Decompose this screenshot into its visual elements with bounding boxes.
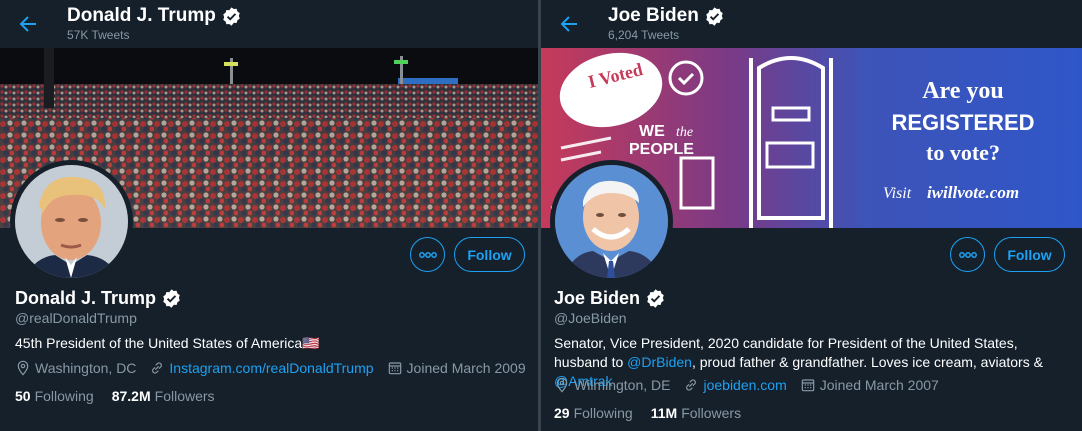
header-title: Joe Biden	[608, 5, 725, 27]
avatar[interactable]	[550, 160, 673, 283]
join-date: Joined March 2007	[800, 377, 939, 393]
follow-button[interactable]: Follow	[454, 237, 525, 272]
followers-number: 11M	[650, 405, 678, 421]
followers-number: 87.2M	[111, 388, 151, 404]
following-count[interactable]: 50 Following	[15, 388, 94, 404]
profile-panel-biden: Joe Biden 6,204 Tweets I Voted WE the PE…	[541, 0, 1082, 431]
verified-badge-icon	[706, 6, 723, 26]
banner-line1: Are you	[922, 78, 1004, 104]
back-arrow-icon[interactable]	[16, 12, 40, 36]
following-number: 50	[15, 388, 31, 404]
more-dots-icon	[418, 251, 437, 258]
website[interactable]: Instagram.com/realDonaldTrump	[149, 360, 374, 376]
avatar-portrait-image	[555, 165, 668, 278]
banner-url: iwillvote.com	[927, 183, 1019, 202]
us-flag-icon: 🇺🇸	[302, 335, 320, 351]
followers-count[interactable]: 11M Followers	[651, 405, 741, 421]
website-link[interactable]: joebiden.com	[703, 377, 786, 393]
profile-header: Joe Biden 6,204 Tweets	[541, 0, 1082, 48]
location-text: Washington, DC	[35, 360, 137, 376]
banner-line2: REGISTERED	[891, 110, 1034, 135]
following-count[interactable]: 29 Following	[554, 405, 633, 421]
the-text: the	[676, 125, 693, 140]
tweet-count: 6,204 Tweets	[608, 28, 680, 42]
user-handle: @realDonaldTrump	[15, 310, 137, 326]
display-name: Donald J. Trump	[15, 288, 182, 309]
people-text: PEOPLE	[629, 141, 694, 158]
banner-line3: to vote?	[926, 140, 1000, 165]
verified-badge-icon	[647, 289, 664, 308]
tweet-count: 57K Tweets	[67, 28, 130, 42]
display-name-text: Joe Biden	[554, 288, 641, 308]
verified-badge-icon	[223, 6, 240, 26]
profile-header: Donald J. Trump 57K Tweets	[0, 0, 538, 48]
profile-meta: Wilmington, DE joebiden.com Joined March…	[554, 377, 952, 393]
join-date-text: Joined March 2009	[406, 360, 526, 376]
calendar-icon	[801, 379, 815, 392]
more-options-button[interactable]	[410, 237, 445, 272]
location: Washington, DC	[15, 360, 136, 376]
location: Wilmington, DE	[554, 377, 670, 393]
following-label: Following	[573, 405, 633, 421]
banner-visit: Visit	[883, 185, 912, 202]
location-pin-icon	[556, 377, 568, 393]
header-title: Donald J. Trump	[67, 5, 242, 27]
avatar-portrait-image	[15, 165, 128, 278]
profile-meta: Washington, DC Instagram.com/realDonaldT…	[15, 360, 538, 376]
display-name: Joe Biden	[554, 288, 666, 309]
link-icon	[686, 379, 697, 391]
location-pin-icon	[17, 360, 29, 376]
bio-mention-drbiden[interactable]: @DrBiden	[627, 354, 692, 370]
display-name-text: Donald J. Trump	[15, 288, 157, 308]
follow-button[interactable]: Follow	[994, 237, 1065, 272]
header-name: Donald J. Trump	[67, 5, 216, 26]
location-text: Wilmington, DE	[574, 377, 671, 393]
join-date-text: Joined March 2007	[819, 377, 939, 393]
calendar-icon	[388, 362, 401, 375]
user-handle: @JoeBiden	[554, 310, 627, 326]
following-number: 29	[554, 405, 570, 421]
link-icon	[152, 362, 163, 374]
header-name: Joe Biden	[608, 5, 699, 26]
bio-text-2: , proud father & grandfather. Loves ice …	[691, 354, 1043, 370]
join-date: Joined March 2009	[387, 360, 526, 376]
verified-badge-icon	[163, 289, 180, 308]
bio-text: 45th President of the United States of A…	[15, 335, 303, 351]
back-arrow-icon[interactable]	[557, 12, 581, 36]
profile-panel-trump: Donald J. Trump 57K Tweets Follow Donald…	[0, 0, 538, 431]
bio: 45th President of the United States of A…	[15, 334, 320, 353]
followers-count[interactable]: 87.2M Followers	[112, 388, 215, 404]
follow-stats: 50 Following 87.2M Followers	[15, 388, 233, 404]
follow-stats: 29 Following 11M Followers	[554, 405, 759, 421]
website[interactable]: joebiden.com	[683, 377, 787, 393]
website-link[interactable]: Instagram.com/realDonaldTrump	[169, 360, 373, 376]
more-dots-icon	[958, 251, 977, 258]
more-options-button[interactable]	[950, 237, 985, 272]
followers-label: Followers	[681, 405, 742, 421]
we-text: WE	[639, 123, 665, 140]
following-label: Following	[34, 388, 94, 404]
avatar[interactable]	[10, 160, 133, 283]
followers-label: Followers	[154, 388, 215, 404]
